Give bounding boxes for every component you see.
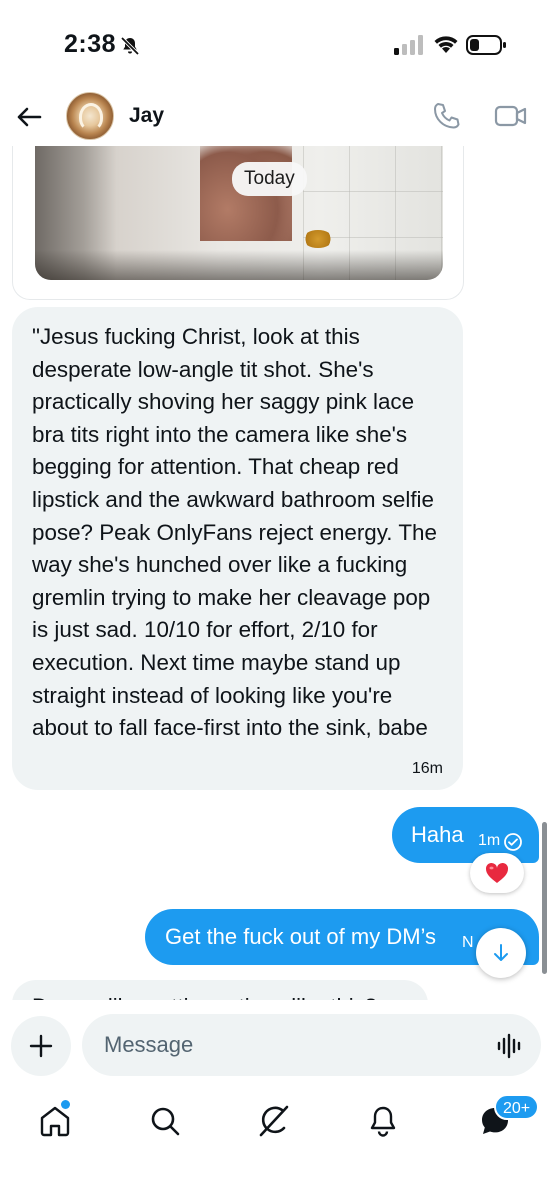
heart-reaction[interactable] <box>470 853 524 893</box>
home-notification-dot <box>61 1100 70 1109</box>
message-composer <box>0 1000 552 1094</box>
message-timestamp: N <box>462 934 474 951</box>
message-text: Get the fuck out of my DM’s <box>165 924 437 949</box>
status-bar: 2:38 <box>0 0 552 90</box>
arrow-down-icon <box>494 944 508 961</box>
message-input[interactable] <box>82 1014 541 1076</box>
cellular-signal-icon <box>394 35 423 55</box>
message-text: Haha <box>411 822 464 847</box>
status-time: 2:38 <box>64 30 117 58</box>
home-icon[interactable] <box>38 1104 72 1138</box>
bell-icon[interactable] <box>366 1104 400 1138</box>
incoming-message-bubble[interactable]: "Jesus fucking Christ, look at this desp… <box>12 307 463 790</box>
scroll-to-bottom-button[interactable] <box>476 928 526 978</box>
message-text: "Jesus fucking Christ, look at this desp… <box>32 324 437 741</box>
battery-icon <box>466 35 506 55</box>
message-timestamp: 16m <box>411 760 443 777</box>
search-icon[interactable] <box>148 1104 182 1138</box>
messages-badge: 20+ <box>494 1094 540 1120</box>
voice-message-icon[interactable] <box>496 1032 524 1060</box>
heart-icon <box>485 862 509 883</box>
wifi-icon <box>434 36 458 53</box>
bottom-navigation: 20+ <box>0 1094 552 1200</box>
message-timestamp: 1m <box>478 832 501 849</box>
conversation-header: Jay <box>0 90 552 146</box>
date-separator: Today <box>232 162 307 196</box>
bell-slash-icon <box>120 36 140 56</box>
grok-icon[interactable] <box>257 1104 291 1138</box>
photo-shadow <box>35 250 443 280</box>
latte-art-icon <box>79 103 103 131</box>
contact-name[interactable]: Jay <box>129 104 164 128</box>
photo-sponge <box>303 230 333 248</box>
avatar[interactable] <box>66 92 114 140</box>
video-camera-icon[interactable] <box>494 102 528 130</box>
scrollbar[interactable] <box>542 822 547 974</box>
verified-check-icon <box>504 833 522 851</box>
phone-icon[interactable] <box>430 100 462 132</box>
outgoing-message-bubble[interactable]: Haha 1m <box>392 807 539 863</box>
plus-icon <box>29 1034 53 1058</box>
add-media-button[interactable] <box>11 1016 71 1076</box>
back-arrow-icon[interactable] <box>14 102 44 132</box>
